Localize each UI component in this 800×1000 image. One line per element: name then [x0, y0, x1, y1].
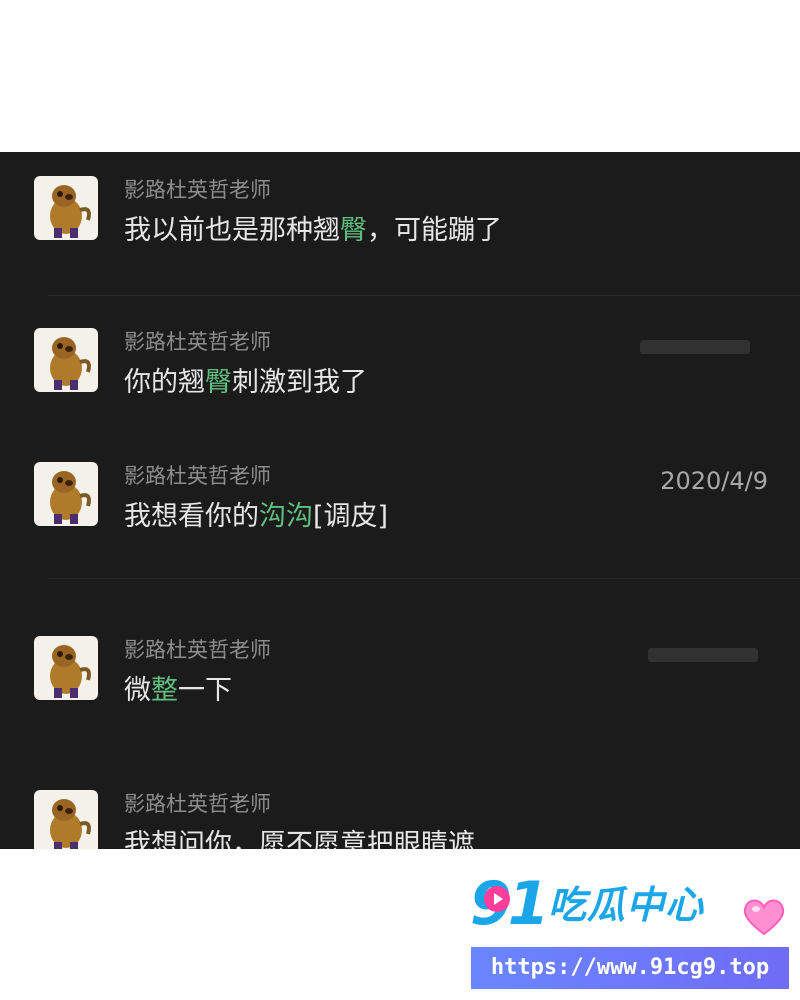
message-text-part: [调皮]: [313, 501, 389, 532]
message-text-part: ，可能蹦了: [367, 215, 502, 246]
sender-name: 影路杜英哲老师: [124, 330, 271, 354]
heart-icon: [743, 899, 785, 936]
sender-avatar[interactable]: [34, 176, 98, 240]
message-text[interactable]: 我以前也是那种翘臀，可能蹦了: [124, 212, 502, 250]
sender-name: 影路杜英哲老师: [124, 178, 271, 202]
sender-avatar[interactable]: [34, 328, 98, 392]
cartoon-dog-avatar-icon: [50, 337, 91, 390]
chat-message[interactable]: 影路杜英哲老师 微整一下: [0, 636, 800, 726]
play-icon: [484, 886, 510, 912]
sender-name: 影路杜英哲老师: [124, 792, 271, 816]
message-text-part: 我想问你，愿不愿意把眼睛遮: [124, 829, 475, 849]
cartoon-dog-avatar-icon: [50, 799, 91, 849]
sender-name: 影路杜英哲老师: [124, 638, 271, 662]
message-text-part: 刺激到我了: [232, 367, 367, 398]
cartoon-dog-avatar-icon: [50, 471, 91, 524]
cartoon-dog-avatar-icon: [50, 185, 91, 238]
sender-avatar[interactable]: [34, 462, 98, 526]
highlighted-keyword: 沟沟: [259, 501, 313, 532]
cartoon-dog-avatar-icon: [50, 645, 91, 698]
chat-message[interactable]: 影路杜英哲老师 我想问你，愿不愿意把眼睛遮: [0, 790, 800, 849]
message-text-part: 一下: [178, 675, 232, 706]
blurred-timestamp: [640, 340, 750, 354]
chat-history-panel[interactable]: 影路杜英哲老师 我以前也是那种翘臀，可能蹦了 影路杜英哲老师 你的翘臀刺激到我了: [0, 152, 800, 849]
message-divider: [48, 578, 800, 579]
message-text[interactable]: 你的翘臀刺激到我了: [124, 364, 367, 402]
chat-message[interactable]: 影路杜英哲老师 我以前也是那种翘臀，可能蹦了: [0, 176, 800, 266]
sender-avatar[interactable]: [34, 636, 98, 700]
watermark-brand-name: 吃瓜中心: [548, 883, 705, 927]
message-text-part: 微: [124, 675, 151, 706]
message-timestamp: 2020/4/9: [660, 467, 768, 495]
highlighted-keyword: 整: [151, 675, 178, 706]
chat-message[interactable]: 影路杜英哲老师 你的翘臀刺激到我了: [0, 328, 800, 418]
watermark-url: https://www.91cg9.top: [490, 955, 770, 980]
message-text[interactable]: 微整一下: [124, 672, 232, 710]
blurred-timestamp: [648, 648, 758, 662]
message-text[interactable]: 我想看你的沟沟[调皮]: [124, 498, 388, 536]
chat-message[interactable]: 影路杜英哲老师 2020/4/9 我想看你的沟沟[调皮]: [0, 462, 800, 552]
sender-name: 影路杜英哲老师: [124, 464, 271, 488]
highlighted-keyword: 臀: [340, 215, 367, 246]
highlighted-keyword: 臀: [205, 367, 232, 398]
watermark-url-banner: https://www.91cg9.top: [471, 947, 789, 989]
message-text-part: 我以前也是那种翘: [124, 215, 340, 246]
message-text[interactable]: 我想问你，愿不愿意把眼睛遮: [124, 826, 475, 849]
message-text-part: 我想看你的: [124, 501, 259, 532]
message-divider: [48, 295, 800, 296]
message-text-part: 你的翘: [124, 367, 205, 398]
sender-avatar[interactable]: [34, 790, 98, 849]
